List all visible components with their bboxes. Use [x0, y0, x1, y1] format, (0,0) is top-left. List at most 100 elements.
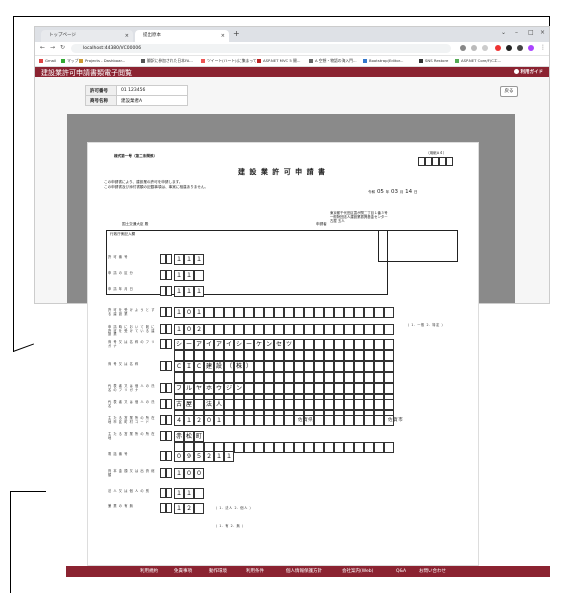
char-box	[324, 399, 334, 410]
char-box	[194, 503, 204, 514]
char-box	[314, 415, 324, 426]
char-box: フ	[174, 383, 184, 394]
official-use-section	[106, 230, 388, 295]
maximize-icon[interactable]: □	[528, 29, 534, 36]
field-label: 主 た る 営 業 所 の 所 在 地 市 区 町 村 コ ー ド	[108, 416, 155, 424]
bookmark-item[interactable]: Projects - Dashboar...	[79, 56, 125, 66]
field-label: 電 話 番 号	[108, 452, 128, 456]
char-box	[344, 383, 354, 394]
extension-red-icon[interactable]	[495, 45, 501, 51]
char-box	[374, 399, 384, 410]
footer-link[interactable]: Q&A	[396, 566, 406, 577]
char-box	[294, 372, 304, 383]
char-box	[334, 339, 344, 350]
footer-link[interactable]: お問い合わせ	[419, 566, 446, 577]
share-icon[interactable]	[471, 45, 477, 51]
char-box: 株	[234, 361, 244, 372]
minimize-icon[interactable]: –	[515, 29, 518, 36]
bookmark-item[interactable]: SNS Restore	[419, 56, 448, 66]
menu-icon[interactable]: ⋮	[540, 44, 546, 51]
browser-tab[interactable]: トップページ ×	[41, 30, 133, 42]
char-box: ヤ	[194, 383, 204, 394]
field-label: 主 た る 営 業 所 の 所 在 地	[108, 432, 155, 440]
char-box	[194, 270, 204, 281]
char-box	[284, 442, 294, 453]
bookmark-item[interactable]: Gmail	[39, 56, 56, 66]
char-box	[204, 307, 214, 318]
char-box	[364, 307, 374, 318]
char-box	[244, 307, 254, 318]
reload-icon[interactable]: ↻	[60, 44, 65, 51]
tab-label: トップページ	[49, 33, 76, 38]
char-box: ２	[204, 451, 214, 462]
bookmark-label: A 空想・物語の海入門...	[315, 58, 357, 63]
chevron-down-icon[interactable]: ⌄	[501, 29, 506, 36]
back-button[interactable]: 戻る	[500, 86, 518, 97]
char-box	[344, 442, 354, 453]
char-box	[374, 324, 384, 335]
char-box	[374, 442, 384, 453]
char-box	[294, 324, 304, 335]
browser-tab-active[interactable]: 提出原本 ×	[135, 30, 229, 42]
close-icon[interactable]: ×	[125, 30, 129, 42]
addressee: 国土交通大臣 殿	[122, 222, 149, 226]
profile-avatar[interactable]	[528, 45, 534, 51]
bookmark-item[interactable]: ASP.NET Core/F/Cエ...	[455, 56, 501, 66]
puzzle-icon[interactable]	[517, 45, 523, 51]
back-arrow-icon[interactable]: ←	[40, 44, 45, 51]
field-label: 代 表 者 又 は 個 人 の 氏 名 の フ リ ガ ナ	[108, 384, 155, 392]
char-box: ル	[184, 383, 194, 394]
bookmark-item[interactable]: 翻訳に参加された日本FA...	[141, 56, 193, 66]
char-box: １	[214, 451, 224, 462]
close-icon[interactable]: ×	[221, 30, 225, 42]
char-box	[354, 399, 364, 410]
char-box	[274, 383, 284, 394]
bookmark-item[interactable]: A 空想・物語の海入門...	[309, 56, 357, 66]
char-box	[354, 383, 364, 394]
close-window-icon[interactable]: ×	[540, 29, 545, 36]
extension-icon[interactable]	[460, 45, 466, 51]
char-box	[254, 399, 264, 410]
char-box: 設	[214, 361, 224, 372]
footer-link[interactable]: 個人情報保護方針	[286, 566, 322, 577]
footer-link[interactable]: 利用条件	[246, 566, 264, 577]
forward-arrow-icon[interactable]: →	[50, 44, 55, 51]
char-box	[384, 350, 394, 361]
frame-line	[13, 343, 35, 352]
char-box: １	[184, 270, 194, 281]
char-box: 建	[204, 361, 214, 372]
char-box	[264, 324, 274, 335]
extension-dark-icon[interactable]	[506, 45, 512, 51]
char-box	[374, 350, 384, 361]
char-box	[364, 350, 374, 361]
char-box: ー	[244, 339, 254, 350]
char-box	[324, 350, 334, 361]
char-box: ０	[204, 415, 214, 426]
field-label: 兼 業 の 有 無	[108, 504, 134, 508]
star-icon[interactable]	[482, 45, 488, 51]
footer-link[interactable]: 会社案内(Web)	[342, 566, 373, 577]
bookmark-item[interactable]: ツイート(ハート)(に集まって...	[201, 56, 260, 66]
char-box	[274, 307, 284, 318]
char-box	[304, 399, 314, 410]
url-input[interactable]: localhost:44380/VC00006	[71, 44, 451, 53]
char-box	[314, 383, 324, 394]
bookmark-item[interactable]: Bootstrap(Editor...	[363, 56, 404, 66]
char-box	[184, 350, 194, 361]
bookmark-item[interactable]: ASP.NET MVC 5 開...	[257, 56, 300, 66]
new-tab-icon[interactable]: +	[233, 29, 240, 38]
char-box	[354, 339, 364, 350]
bookmark-item[interactable]: マップ	[61, 56, 78, 66]
char-box: ジ	[224, 383, 234, 394]
footer-link[interactable]: 免責事項	[174, 566, 192, 577]
footer-link[interactable]: 動作環境	[209, 566, 227, 577]
application-form-page[interactable]: 様式第一号（第二条関係） （用紙A４） 建 設 業 許 可 申 請 書 この申請…	[88, 143, 478, 565]
char-box	[294, 307, 304, 318]
char-box: ケ	[254, 339, 264, 350]
char-box	[224, 415, 234, 426]
char-box	[194, 399, 204, 410]
char-box	[214, 324, 224, 335]
footer-link[interactable]: 利用規約	[140, 566, 158, 577]
char-box: ５	[194, 451, 204, 462]
char-box	[334, 307, 344, 318]
